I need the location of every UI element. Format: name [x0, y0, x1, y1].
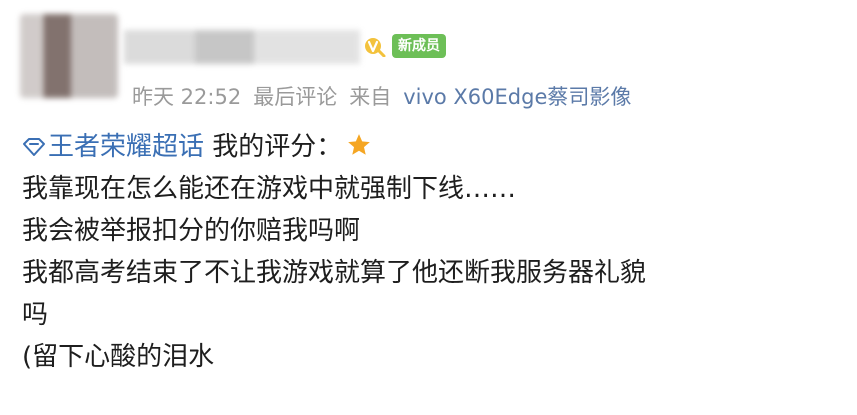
star-icon [348, 134, 371, 155]
supertopic-link[interactable]: 王者荣耀超话 [22, 132, 212, 162]
post-body: 王者荣耀超话 我的评分： 我靠现在怎么能还在游戏中就强制下线…… 我会被举报扣分… [22, 126, 822, 378]
post-time: 昨天 22:52 [132, 85, 242, 109]
post-line: 吗 [22, 300, 49, 330]
topic-line: 王者荣耀超话 我的评分： [22, 126, 822, 168]
rating-label: 我的评分： [212, 132, 343, 162]
post-line: 我都高考结束了不让我游戏就算了他还断我服务器礼貌 [22, 258, 647, 288]
diamond-icon [23, 138, 45, 156]
comment-card: 新成员 昨天 22:52 最后评论 来自 vivo X60Edge蔡司影像 王者荣耀超… [0, 0, 857, 415]
new-member-badge: 新成员 [392, 34, 446, 58]
avatar[interactable] [20, 14, 118, 98]
post-line: 我会被举报扣分的你赔我吗啊 [22, 216, 361, 246]
supertopic-label: 王者荣耀超话 [48, 132, 205, 162]
post-action: 最后评论 [253, 85, 338, 109]
vip-icon [365, 38, 386, 57]
source-device[interactable]: vivo X60Edge蔡司影像 [403, 85, 631, 109]
post-line: 我靠现在怎么能还在游戏中就强制下线…… [22, 174, 517, 204]
post-meta: 昨天 22:52 最后评论 来自 vivo X60Edge蔡司影像 [132, 82, 631, 112]
username-blurred[interactable] [124, 30, 360, 64]
post-line: (留下心酸的泪水 [22, 342, 215, 372]
source-prefix: 来自 [349, 85, 392, 109]
